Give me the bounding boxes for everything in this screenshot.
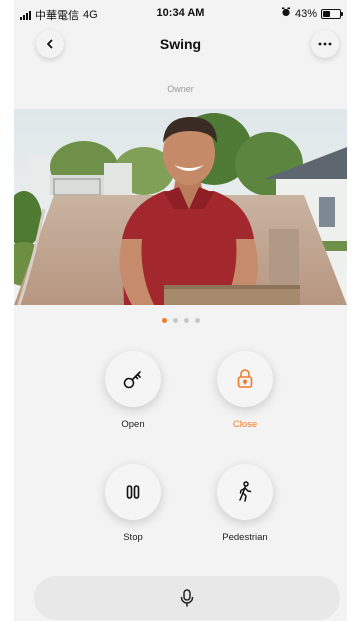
open-label: Open xyxy=(121,419,145,430)
close-action: Close xyxy=(200,351,290,430)
alarm-icon xyxy=(281,7,291,20)
pedestrian-label: Pedestrian xyxy=(222,532,268,543)
open-button[interactable] xyxy=(105,351,161,407)
camera-page-indicator[interactable] xyxy=(14,318,347,323)
key-icon xyxy=(123,371,141,389)
camera-feed[interactable] xyxy=(14,109,347,305)
nav-bar: Swing xyxy=(14,26,347,62)
ellipsis-icon xyxy=(318,42,332,46)
battery-percent: 43% xyxy=(294,7,317,20)
page-dot-2[interactable] xyxy=(172,318,178,323)
camera-image xyxy=(14,109,347,305)
more-button[interactable] xyxy=(311,30,339,58)
page-dot-4[interactable] xyxy=(194,318,200,323)
open-action: Open xyxy=(88,351,178,430)
page-dot-3[interactable] xyxy=(183,318,189,323)
battery-icon xyxy=(321,8,343,19)
page-dot-1[interactable] xyxy=(161,318,167,323)
app-screen: 中華電信 4G 10:34 AM 43% Swing Owner Open Cl… xyxy=(14,0,347,621)
talk-button[interactable] xyxy=(34,576,340,620)
stop-label: Stop xyxy=(123,532,143,543)
close-label: Close xyxy=(232,419,258,430)
pause-icon xyxy=(126,485,140,499)
page-title: Swing xyxy=(159,36,202,52)
close-button[interactable] xyxy=(217,351,273,407)
pedestrian-button[interactable] xyxy=(217,464,273,520)
microphone-icon xyxy=(180,589,194,607)
stop-button[interactable] xyxy=(105,464,161,520)
padlock-icon xyxy=(237,369,253,388)
walking-person-icon xyxy=(239,481,252,502)
status-bar: 中華電信 4G 10:34 AM 43% xyxy=(14,0,347,26)
role-label: Owner xyxy=(167,84,194,94)
pedestrian-action: Pedestrian xyxy=(200,464,290,543)
stop-action: Stop xyxy=(88,464,178,543)
